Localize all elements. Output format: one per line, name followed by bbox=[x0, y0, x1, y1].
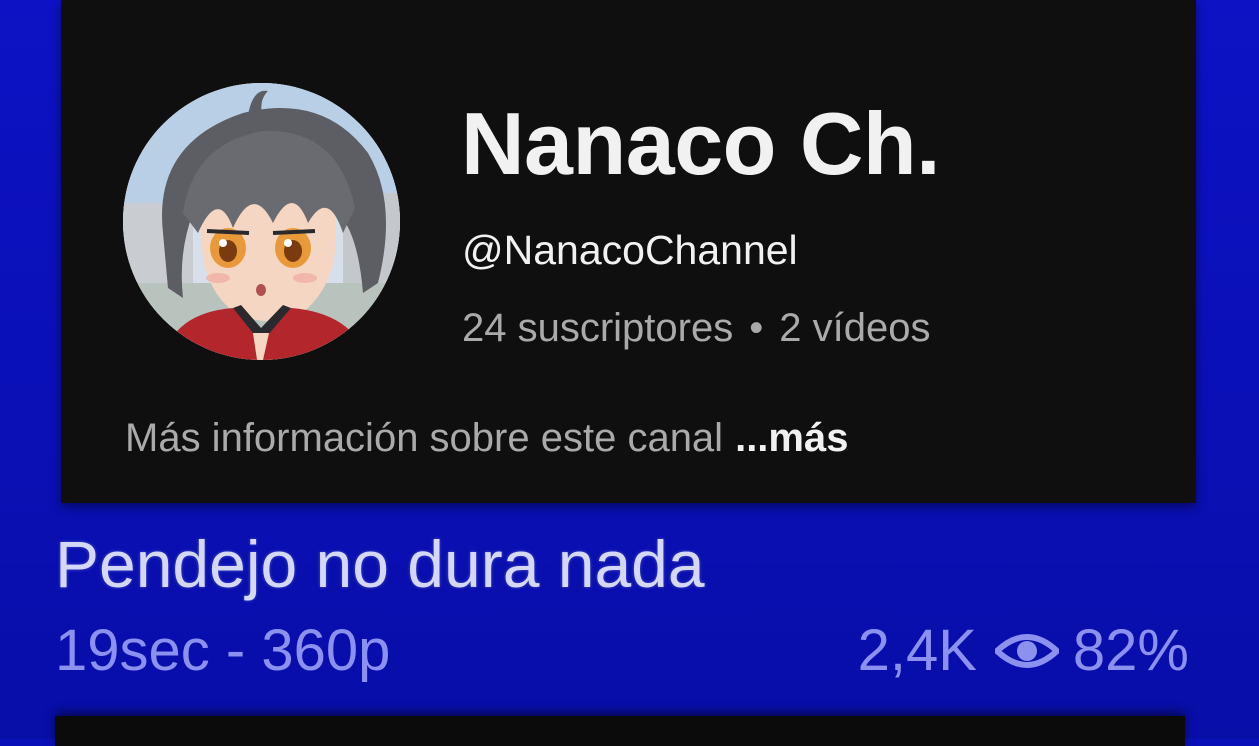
channel-name: Nanaco Ch. bbox=[461, 94, 941, 193]
rating-percent: 82% bbox=[1072, 618, 1189, 683]
anime-avatar-icon bbox=[123, 83, 400, 360]
video-stats: 2,4K 82% bbox=[858, 622, 1189, 680]
video-title[interactable]: Pendejo no dura nada bbox=[55, 531, 705, 597]
subscriber-count: 24 suscriptores bbox=[462, 306, 734, 350]
channel-handle: @NanacoChannel bbox=[462, 227, 798, 273]
video-duration-quality: 19sec - 360p bbox=[55, 618, 391, 683]
video-count: 2 vídeos bbox=[779, 306, 931, 350]
stats-separator: • bbox=[749, 306, 764, 350]
more-link[interactable]: ...más bbox=[735, 416, 848, 460]
channel-stats: 24 suscriptores • 2 vídeos bbox=[462, 308, 930, 348]
next-item-thumbnail[interactable] bbox=[55, 716, 1185, 746]
page: Nanaco Ch. @NanacoChannel 24 suscriptore… bbox=[0, 0, 1259, 746]
view-count: 2,4K bbox=[857, 618, 977, 683]
channel-description[interactable]: Más información sobre este canal ...más bbox=[125, 418, 848, 458]
channel-avatar[interactable] bbox=[123, 83, 400, 360]
description-text: Más información sobre este canal bbox=[125, 416, 724, 460]
eye-icon bbox=[994, 634, 1059, 668]
channel-header-card: Nanaco Ch. @NanacoChannel 24 suscriptore… bbox=[61, 0, 1196, 503]
